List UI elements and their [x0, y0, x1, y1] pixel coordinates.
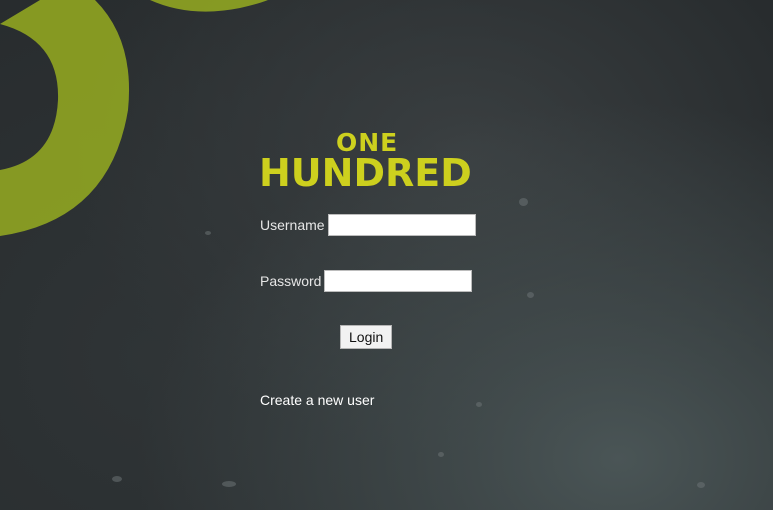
username-row: Username — [260, 214, 476, 236]
background-speck — [112, 476, 122, 482]
password-row: Password — [260, 270, 473, 292]
password-label: Password — [260, 273, 322, 289]
decorative-arc-graphic — [0, 0, 268, 236]
logo-line-hundred: HUNDRED — [259, 151, 472, 195]
background-speck — [519, 198, 528, 206]
brand-logo: ONE HUNDRED — [258, 128, 482, 196]
background-speck — [476, 402, 482, 407]
background-speck — [438, 452, 444, 457]
create-user-link[interactable]: Create a new user — [260, 392, 374, 408]
background-speck — [527, 292, 534, 298]
background-speck — [222, 481, 236, 487]
username-input[interactable] — [327, 214, 476, 236]
background-speck — [205, 231, 211, 235]
username-label: Username — [260, 217, 325, 233]
background-speck — [697, 482, 705, 488]
password-input[interactable] — [324, 270, 473, 292]
login-button[interactable]: Login — [340, 325, 393, 349]
